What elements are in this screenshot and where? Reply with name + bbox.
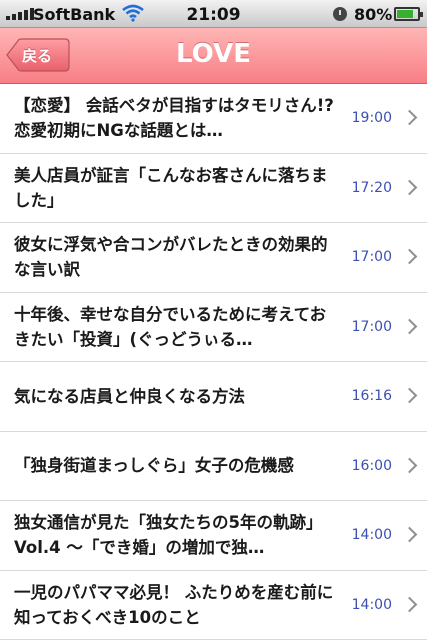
list-item[interactable]: 一児のパパママ必見！ ふたりめを産む前に知っておくべき10のこと 14:00 <box>0 570 427 640</box>
list-item[interactable]: 独女通信が見た「独女たちの5年の軌跡」Vol.4 ～「でき婚」の増加で独… 14:… <box>0 501 427 571</box>
article-time: 17:00 <box>351 249 392 266</box>
list-item[interactable]: 彼女に浮気や合コンがバレたときの効果的な言い訳 17:00 <box>0 223 427 293</box>
article-title: 一児のパパママ必見！ ふたりめを産む前に知っておくべき10のこと <box>14 571 334 640</box>
list-item[interactable]: 気になる店員と仲良くなる方法 16:16 <box>0 362 427 432</box>
chevron-right-icon <box>401 457 418 474</box>
chevron-right-icon <box>401 109 418 126</box>
battery-percent: 80% <box>354 5 393 24</box>
article-time: 14:00 <box>351 527 392 544</box>
article-time: 16:00 <box>351 457 392 474</box>
article-title: 「独身街道まっしぐら」女子の危機感 <box>14 432 334 501</box>
article-title-text: 「独身街道まっしぐら」女子の危機感 <box>14 456 294 476</box>
navigation-bar: 戻る LOVE <box>0 28 427 84</box>
article-title: 十年後、幸せな自分でいるために考えておきたい「投資」(ぐっどうぃる… <box>14 293 334 362</box>
article-title: 美人店員が証言「こんなお客さんに落ちました」 <box>14 154 334 223</box>
chevron-right-icon <box>401 318 418 335</box>
battery-level <box>397 10 413 18</box>
chevron-right-icon <box>401 526 418 543</box>
list-item[interactable]: 「独身街道まっしぐら」女子の危機感 16:00 <box>0 431 427 501</box>
article-title-text: 一児のパパママ必見！ ふたりめを産む前に知っておくべき10のこと <box>14 582 334 627</box>
article-title-text: 【恋愛】 会話ベタが目指すはタモリさん!? 恋愛初期にNGな話題とは… <box>14 96 351 141</box>
status-bar: SoftBank 21:09 80% <box>0 0 427 28</box>
article-time: 14:00 <box>351 596 392 613</box>
article-title: 【恋愛】 会話ベタが目指すはタモリさん!? 恋愛初期にNGな話題とは… <box>14 84 351 153</box>
article-title: 独女通信が見た「独女たちの5年の軌跡」Vol.4 ～「でき婚」の増加で独… <box>14 501 334 570</box>
list-item[interactable]: 【恋愛】 会話ベタが目指すはタモリさん!? 恋愛初期にNGな話題とは… 19:00 <box>0 84 427 154</box>
battery-icon <box>394 7 423 21</box>
chevron-right-icon <box>401 387 418 404</box>
list-item[interactable]: 十年後、幸せな自分でいるために考えておきたい「投資」(ぐっどうぃる… 17:00 <box>0 292 427 362</box>
article-title-text: 十年後、幸せな自分でいるために考えておきたい「投資」(ぐっどうぃる… <box>14 304 327 349</box>
article-time: 17:20 <box>351 179 392 196</box>
article-title: 気になる店員と仲良くなる方法 <box>14 362 334 431</box>
article-time: 17:00 <box>351 318 392 335</box>
page-title: LOVE <box>176 39 251 69</box>
article-time: 16:16 <box>351 388 392 405</box>
chevron-right-icon <box>401 596 418 613</box>
list-item[interactable]: 美人店員が証言「こんなお客さんに落ちました」 17:20 <box>0 153 427 223</box>
article-title-text: 彼女に浮気や合コンがバレたときの効果的な言い訳 <box>14 235 328 280</box>
article-time: 19:00 <box>351 110 392 127</box>
chevron-right-icon <box>401 248 418 265</box>
article-title-text: 美人店員が証言「こんなお客さんに落ちました」 <box>14 165 328 210</box>
article-title-text: 気になる店員と仲良くなる方法 <box>14 386 245 406</box>
article-title: 彼女に浮気や合コンがバレたときの効果的な言い訳 <box>14 223 334 292</box>
article-list: 【恋愛】 会話ベタが目指すはタモリさん!? 恋愛初期にNGな話題とは… 19:00… <box>0 84 427 640</box>
article-title-text: 独女通信が見た「独女たちの5年の軌跡」Vol.4 ～「でき婚」の増加で独… <box>14 513 323 558</box>
rotation-lock-icon <box>333 7 347 21</box>
chevron-right-icon <box>401 179 418 196</box>
